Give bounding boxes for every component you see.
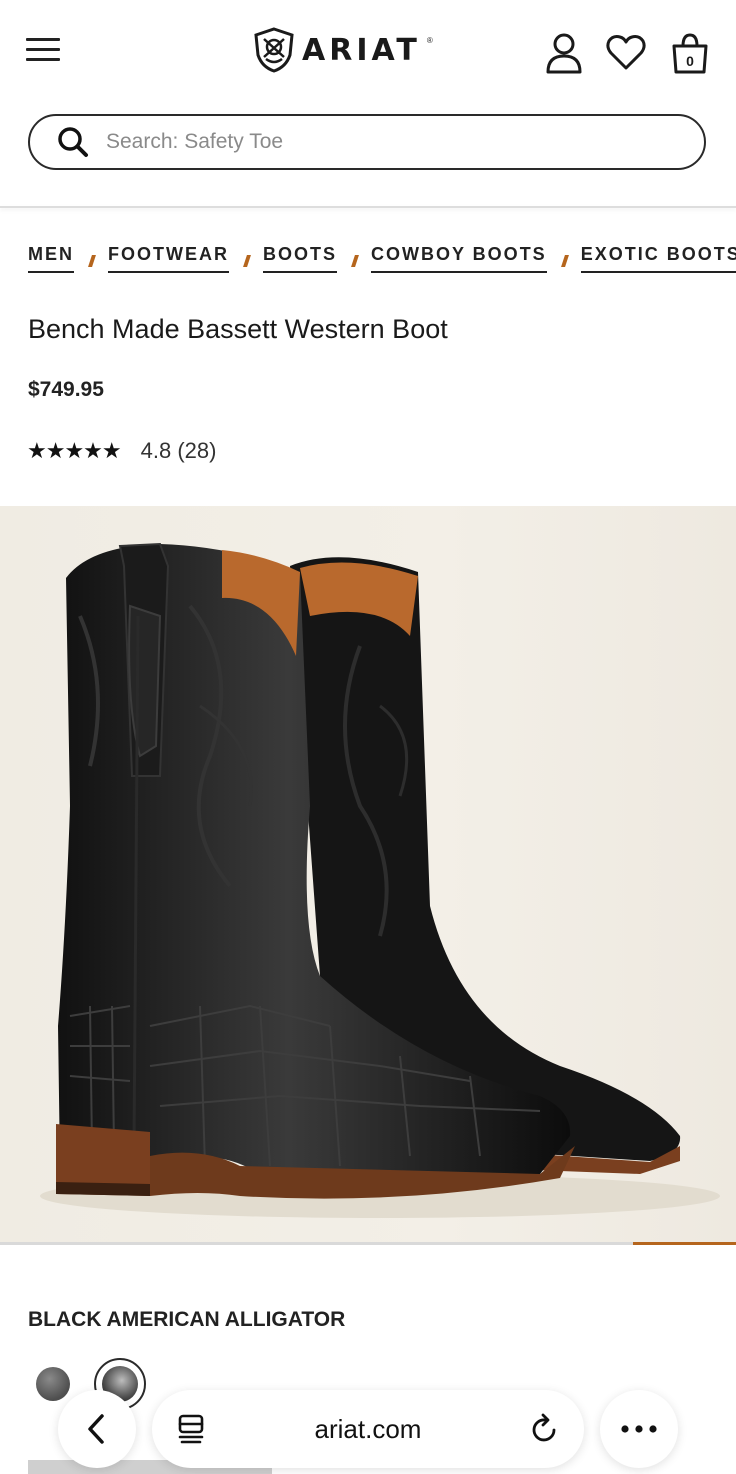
breadcrumb-boots[interactable]: BOOTS	[263, 244, 338, 273]
product-price: $749.95	[28, 378, 104, 401]
cart-bag-icon[interactable]: 0	[668, 30, 712, 76]
menu-icon[interactable]	[26, 36, 62, 64]
selected-color-name: BLACK AMERICAN ALLIGATOR	[28, 1308, 346, 1331]
breadcrumb: MEN FOOTWEAR BOOTS COWBOY BOOTS EXOTIC B…	[28, 244, 736, 273]
breadcrumb-separator	[351, 254, 359, 267]
breadcrumb-separator	[560, 254, 569, 267]
wishlist-heart-icon[interactable]	[604, 30, 648, 76]
breadcrumb-cowboy-boots[interactable]: COWBOY BOOTS	[371, 244, 547, 273]
gallery-progress-fill	[632, 1242, 736, 1245]
ariat-shield-icon	[254, 27, 294, 73]
site-header: ARIAT ® 0	[0, 0, 736, 206]
breadcrumb-exotic-boots[interactable]: EXOTIC BOOTS	[580, 244, 736, 273]
breadcrumb-men[interactable]: MEN	[28, 244, 74, 273]
ariat-logo[interactable]: ARIAT ®	[252, 26, 433, 74]
rating-value: 4.8 (28)	[140, 438, 217, 463]
chevron-left-icon	[88, 1414, 104, 1444]
product-rating[interactable]: ★★★★★ 4.8 (28)	[27, 438, 216, 464]
search-input[interactable]	[104, 129, 668, 155]
breadcrumb-separator	[243, 254, 251, 267]
breadcrumb-footwear[interactable]: FOOTWEAR	[108, 244, 229, 273]
cowboy-boots-image	[40, 542, 720, 1218]
product-title: Bench Made Bassett Western Boot	[28, 314, 448, 344]
product-image[interactable]	[0, 506, 736, 1244]
search-icon[interactable]	[56, 125, 90, 159]
browser-address-bar[interactable]: ariat.com	[152, 1390, 584, 1468]
account-icon[interactable]	[542, 30, 586, 76]
search-bar[interactable]	[28, 114, 706, 170]
browser-back-button[interactable]	[58, 1390, 136, 1468]
tabs-icon[interactable]	[176, 1412, 206, 1446]
header-divider	[0, 206, 736, 208]
registered-mark: ®	[426, 36, 433, 45]
browser-toolbar: ariat.com	[0, 1378, 736, 1474]
breadcrumb-separator	[88, 254, 96, 267]
reload-icon[interactable]	[530, 1412, 560, 1446]
more-dots-icon	[621, 1425, 657, 1433]
browser-url: ariat.com	[314, 1413, 422, 1444]
brand-name: ARIAT	[302, 32, 421, 68]
browser-more-button[interactable]	[600, 1390, 678, 1468]
gallery-progress-bar[interactable]	[0, 1242, 736, 1245]
cart-count: 0	[686, 53, 694, 69]
rating-stars: ★★★★★	[27, 438, 122, 463]
